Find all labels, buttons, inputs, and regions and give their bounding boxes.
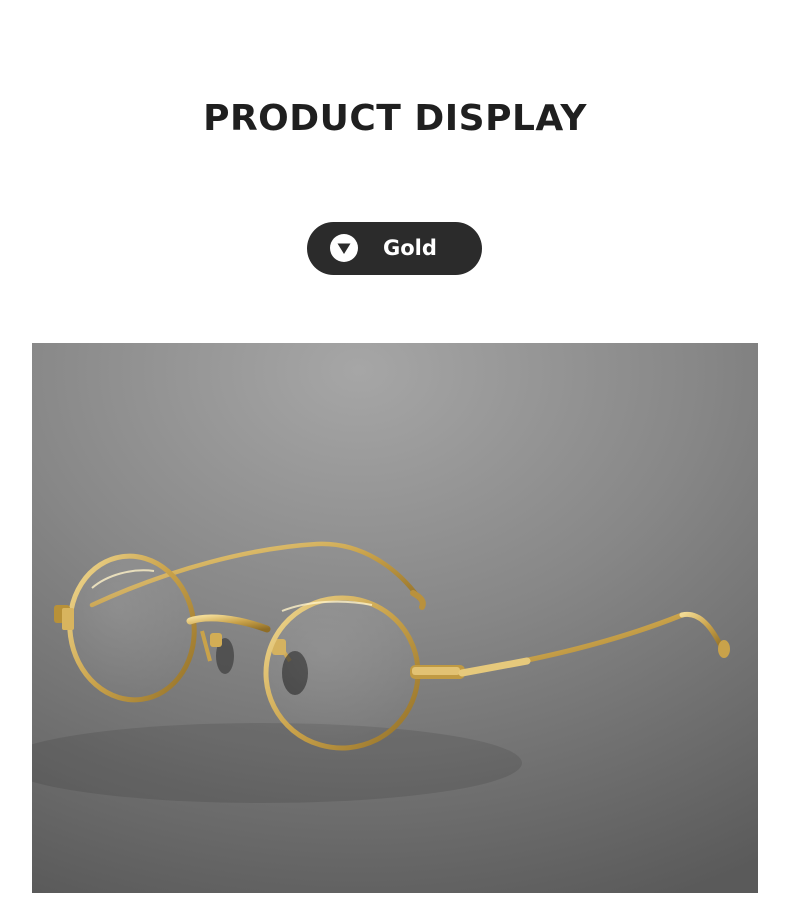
eyeglasses-icon (32, 343, 758, 893)
color-variant-button[interactable]: Gold (307, 222, 482, 275)
chevron-down-icon (330, 234, 358, 262)
product-photo (32, 343, 758, 893)
page-title: PRODUCT DISPLAY (203, 98, 587, 139)
color-variant-label: Gold (383, 236, 437, 260)
